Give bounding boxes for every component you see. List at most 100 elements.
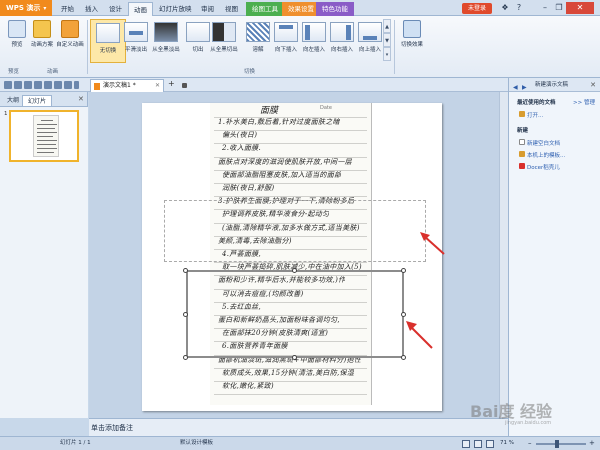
tab-review[interactable]: 审阅 (196, 2, 219, 16)
star-icon (33, 20, 51, 38)
manage-link[interactable]: >> 管理 (573, 98, 595, 106)
tab-slides[interactable]: 幻灯片 (22, 95, 53, 106)
task-pane: ◀ ▶ 新建演示文稿 ✕ 最近使用的文档 >> 管理 打开... 新建 新建空白… (508, 78, 600, 436)
gallery-scroll-down[interactable]: ▼ (383, 33, 391, 47)
gallery-expand[interactable]: ▾ (383, 47, 391, 61)
minimize-button[interactable]: – (538, 2, 552, 14)
slide-number: 1 (4, 111, 8, 117)
preview-icon (8, 20, 26, 38)
zoom-level: 71 % (500, 440, 514, 446)
baidu-watermark: Bai度 经验 (470, 402, 553, 421)
redo-icon[interactable] (64, 81, 72, 89)
ribbon: 预览 动画方案 自定义动画 无切换 平滑淡出 从全黑淡出 切出 从全黑切出 溶解… (0, 16, 600, 78)
transition-thumb (154, 22, 178, 42)
new-file-icon[interactable] (4, 81, 12, 89)
title-placeholder[interactable] (164, 200, 426, 262)
selected-text-box[interactable] (186, 270, 404, 358)
zoom-out-icon[interactable]: – (528, 437, 532, 450)
tab-animation[interactable]: 动画 (128, 2, 153, 16)
save-icon[interactable] (24, 81, 32, 89)
chevron-down-icon[interactable] (182, 83, 187, 88)
resize-handle[interactable] (183, 268, 188, 273)
animation-scheme-button[interactable]: 动画方案 (28, 20, 56, 48)
document-tab[interactable]: 演示文稿1 * ✕ (90, 79, 164, 92)
vertical-scrollbar[interactable] (499, 92, 508, 418)
ruled-line (214, 262, 367, 264)
tab-home[interactable]: 开始 (56, 2, 79, 16)
note-line: 2.收入面膜. (222, 144, 262, 153)
transition-thumb (96, 23, 120, 43)
new-blank-link[interactable]: 新建空白文档 (519, 139, 560, 147)
tab-view[interactable]: 视图 (220, 2, 243, 16)
transition-thumb (358, 22, 382, 42)
note-line: 面肤点对深度的滋润使肌肤开放,中间一层 (218, 157, 352, 166)
ruled-line (214, 381, 367, 382)
print-icon[interactable] (34, 81, 42, 89)
app-menu-button[interactable]: WPS 演示 ▾ (0, 0, 52, 16)
resize-handle[interactable] (401, 355, 406, 360)
zoom-in-icon[interactable]: + (589, 437, 595, 450)
ruled-line (214, 169, 367, 171)
tab-outline[interactable]: 大纲 (2, 95, 24, 106)
normal-view-icon[interactable] (462, 440, 470, 448)
close-icon[interactable]: ✕ (78, 95, 84, 103)
switch-effect-icon (403, 20, 421, 38)
custom-animation-icon (61, 20, 79, 38)
close-icon[interactable]: ✕ (590, 78, 596, 92)
resize-handle[interactable] (292, 268, 297, 273)
close-button[interactable]: ✕ (566, 2, 594, 14)
note-title: 面膜 (260, 106, 279, 116)
customize-chevron-icon[interactable] (74, 81, 79, 89)
tab-slideshow[interactable]: 幻灯片放映 (154, 2, 197, 16)
forward-arrow-icon[interactable]: ▶ (522, 81, 527, 95)
baidu-watermark-url: jingyan.baidu.com (505, 420, 552, 426)
resize-handle[interactable] (183, 355, 188, 360)
back-arrow-icon[interactable]: ◀ (513, 81, 518, 95)
note-line: 润肤(夜日,舒服) (222, 184, 275, 192)
open-link[interactable]: 打开... (519, 111, 543, 119)
slides-list: 1 (0, 106, 88, 418)
custom-animation-button[interactable]: 自定义动画 (55, 20, 85, 48)
open-icon[interactable] (14, 81, 22, 89)
slide-thumbnail[interactable] (9, 110, 79, 162)
tab-insert[interactable]: 插入 (80, 2, 103, 16)
tab-drawing-tools[interactable]: 绘图工具 (246, 2, 284, 16)
thumbnail-line (37, 140, 57, 141)
skin-icon[interactable]: ❖ (498, 2, 512, 14)
zoom-slider[interactable] (536, 443, 586, 445)
notes-placeholder: 单击添加备注 (91, 424, 133, 432)
print-preview-icon[interactable] (44, 81, 52, 89)
status-bar: 幻灯片 1 / 1 默认设计模板 71 % – + (0, 436, 600, 450)
thumbnail-line (37, 152, 54, 153)
switch-effect-button[interactable]: 切换效果 (396, 20, 428, 48)
tab-design[interactable]: 设计 (104, 2, 127, 16)
ruled-line (214, 130, 367, 132)
tab-effect-settings[interactable]: 效果设置 (282, 2, 320, 16)
close-icon[interactable]: ✕ (155, 80, 160, 92)
app-name: WPS 演示 (6, 4, 41, 12)
login-button[interactable]: 未登录 (462, 3, 492, 14)
restore-button[interactable]: ❐ (552, 2, 566, 14)
resize-handle[interactable] (401, 312, 406, 317)
notes-pane[interactable]: 单击添加备注 (89, 418, 508, 436)
docer-link[interactable]: Docer稻壳儿 (519, 163, 560, 171)
slideshow-view-icon[interactable] (486, 440, 494, 448)
local-template-link[interactable]: 本机上的模板... (519, 151, 565, 159)
resize-handle[interactable] (292, 355, 297, 360)
zoom-slider-knob[interactable] (555, 440, 559, 448)
help-icon[interactable]: ? (512, 2, 526, 14)
ruled-line (214, 394, 367, 396)
resize-handle[interactable] (183, 312, 188, 317)
thumbnail-line (37, 132, 57, 133)
gallery-scroll-up[interactable]: ▲ (383, 19, 391, 33)
resize-handle[interactable] (401, 268, 406, 273)
transition-cut-black[interactable]: 从全黑切出 (206, 19, 242, 63)
tab-special-features[interactable]: 特色功能 (316, 2, 354, 16)
new-tab-button[interactable]: + (168, 79, 175, 88)
blank-doc-icon (519, 139, 525, 145)
transition-fade-black[interactable]: 从全黑淡出 (148, 19, 184, 63)
group-switch-label: 切换 (244, 69, 256, 75)
group-anim-label: 动画 (47, 69, 59, 75)
slide-sorter-icon[interactable] (474, 440, 482, 448)
undo-icon[interactable] (54, 81, 62, 89)
